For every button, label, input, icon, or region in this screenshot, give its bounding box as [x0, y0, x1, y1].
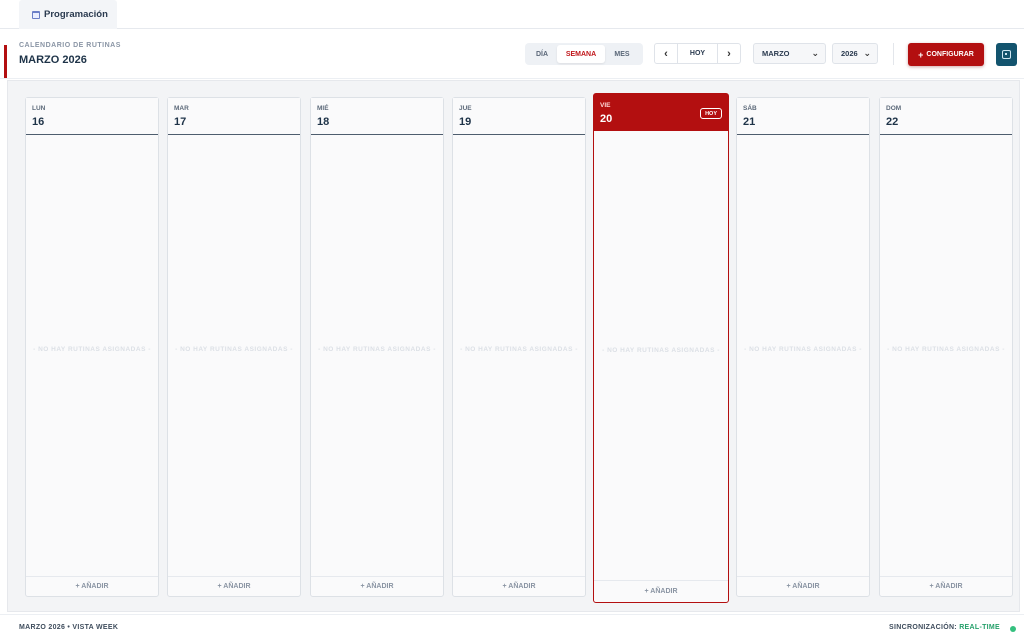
view-mode-toggle: DÍA SEMANA MES [525, 43, 643, 65]
sync-label: SINCRONIZACIÓN: [889, 624, 957, 631]
tab-programacion[interactable]: Programación [19, 0, 117, 29]
day-number: 18 [317, 116, 330, 128]
add-routine-button[interactable]: + AÑADIR [168, 576, 300, 596]
year-select-value: 2026 [841, 49, 858, 58]
week-board: LUN 16 - NO HAY RUTINAS ASIGNADAS - + AÑ… [7, 80, 1020, 612]
empty-state: - NO HAY RUTINAS ASIGNADAS - [33, 346, 151, 353]
month-select[interactable]: MARZO ⌄ [753, 43, 826, 64]
chevron-down-icon: ⌄ [811, 48, 819, 58]
date-navigation: ‹ HOY › [654, 43, 741, 64]
calendar-icon [32, 10, 40, 19]
day-column-jue: JUE 19 - NO HAY RUTINAS ASIGNADAS - + AÑ… [452, 97, 586, 597]
day-header: DOM 22 [880, 98, 1012, 135]
year-select[interactable]: 2026 ⌄ [832, 43, 878, 64]
today-button[interactable]: HOY [677, 44, 718, 63]
day-number: 16 [32, 116, 45, 128]
day-column-mie: MIÉ 18 - NO HAY RUTINAS ASIGNADAS - + AÑ… [310, 97, 444, 597]
month-select-value: MARZO [762, 49, 790, 58]
day-column-sab: SÁB 21 - NO HAY RUTINAS ASIGNADAS - + AÑ… [736, 97, 870, 597]
sync-status: SINCRONIZACIÓN: REAL-TIME [889, 624, 1000, 631]
day-of-week: VIE [600, 102, 611, 109]
day-header: VIE 20 HOY [594, 94, 728, 131]
day-number: 20 [600, 113, 613, 125]
day-header: JUE 19 [453, 98, 585, 135]
day-of-week: MAR [174, 105, 189, 112]
page-header: CALENDARIO DE RUTINAS MARZO 2026 DÍA SEM… [0, 29, 1024, 79]
day-number: 21 [743, 116, 756, 128]
configure-label: CONFIGURAR [926, 51, 974, 58]
tab-bar: Programación [0, 0, 1024, 29]
header-divider [893, 43, 894, 65]
configure-button[interactable]: + CONFIGURAR [908, 43, 984, 66]
day-of-week: LUN [32, 105, 46, 112]
view-week-button[interactable]: SEMANA [557, 45, 605, 63]
live-status-icon [1010, 626, 1016, 632]
sync-button[interactable] [996, 43, 1017, 66]
add-routine-button[interactable]: + AÑADIR [594, 580, 728, 602]
empty-state: - NO HAY RUTINAS ASIGNADAS - [175, 346, 293, 353]
empty-state: - NO HAY RUTINAS ASIGNADAS - [602, 347, 720, 354]
day-number: 22 [886, 116, 899, 128]
page-subtitle: CALENDARIO DE RUTINAS [19, 42, 121, 49]
day-header: SÁB 21 [737, 98, 869, 135]
day-of-week: SÁB [743, 105, 757, 112]
sync-icon [1002, 50, 1011, 59]
empty-state: - NO HAY RUTINAS ASIGNADAS - [887, 346, 1005, 353]
day-of-week: DOM [886, 105, 902, 112]
day-header: LUN 16 [26, 98, 158, 135]
day-column-mar: MAR 17 - NO HAY RUTINAS ASIGNADAS - + AÑ… [167, 97, 301, 597]
day-column-lun: LUN 16 - NO HAY RUTINAS ASIGNADAS - + AÑ… [25, 97, 159, 597]
chevron-right-icon[interactable]: › [718, 44, 740, 63]
add-routine-button[interactable]: + AÑADIR [453, 576, 585, 596]
chevron-left-icon[interactable]: ‹ [655, 44, 677, 63]
empty-state: - NO HAY RUTINAS ASIGNADAS - [460, 346, 578, 353]
empty-state: - NO HAY RUTINAS ASIGNADAS - [318, 346, 436, 353]
day-column-dom: DOM 22 - NO HAY RUTINAS ASIGNADAS - + AÑ… [879, 97, 1013, 597]
day-column-vie-today: VIE 20 HOY - NO HAY RUTINAS ASIGNADAS - … [593, 93, 729, 603]
day-header: MAR 17 [168, 98, 300, 135]
add-routine-button[interactable]: + AÑADIR [880, 576, 1012, 596]
day-header: MIÉ 18 [311, 98, 443, 135]
footer-view-info: MARZO 2026 • VISTA WEEK [19, 624, 119, 631]
add-routine-button[interactable]: + AÑADIR [311, 576, 443, 596]
accent-bar [4, 45, 7, 78]
sync-value: REAL-TIME [959, 624, 1000, 631]
page-title: MARZO 2026 [19, 54, 87, 66]
add-routine-button[interactable]: + AÑADIR [737, 576, 869, 596]
view-month-button[interactable]: MES [605, 45, 639, 63]
day-number: 19 [459, 116, 472, 128]
day-of-week: JUE [459, 105, 472, 112]
chevron-down-icon: ⌄ [863, 48, 871, 58]
day-of-week: MIÉ [317, 105, 329, 112]
add-routine-button[interactable]: + AÑADIR [26, 576, 158, 596]
empty-state: - NO HAY RUTINAS ASIGNADAS - [744, 346, 862, 353]
today-badge: HOY [700, 108, 722, 119]
plus-icon: + [918, 49, 924, 60]
status-footer: MARZO 2026 • VISTA WEEK SINCRONIZACIÓN: … [0, 614, 1024, 636]
view-day-button[interactable]: DÍA [527, 45, 557, 63]
day-number: 17 [174, 116, 187, 128]
tab-label: Programación [44, 9, 108, 20]
